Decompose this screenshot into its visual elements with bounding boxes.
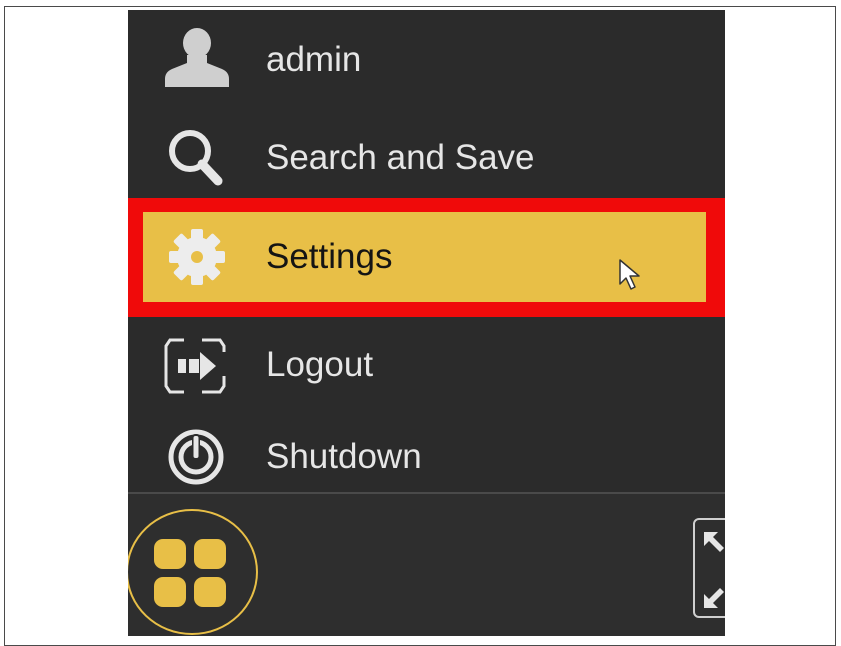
menu-item-shutdown[interactable]: Shutdown: [128, 409, 725, 505]
expand-icon: [704, 532, 724, 608]
main-menu-button[interactable]: [128, 509, 258, 635]
menu-item-settings[interactable]: Settings: [128, 198, 725, 317]
menu-item-label: Shutdown: [266, 437, 422, 476]
menu-item-search-and-save[interactable]: Search and Save: [128, 110, 725, 206]
menu-item-admin[interactable]: admin: [128, 10, 725, 110]
settings-highlight: Settings: [143, 212, 706, 302]
menu-item-logout[interactable]: Logout: [128, 317, 725, 413]
expand-button[interactable]: [693, 518, 725, 618]
menu-item-label: Settings: [266, 237, 393, 276]
menu-item-label: Logout: [266, 345, 374, 384]
grid-icon: [154, 539, 226, 607]
menu-item-label: admin: [266, 40, 362, 79]
menu-panel: admin Search and Save Settings Logout Sh…: [128, 10, 725, 636]
search-icon: [162, 127, 232, 187]
mouse-cursor-icon: [618, 258, 644, 292]
power-icon: [162, 426, 232, 486]
user-icon: [162, 27, 232, 87]
bottom-bar: [128, 494, 725, 636]
menu-item-label: Search and Save: [266, 138, 535, 177]
gear-icon: [163, 227, 233, 287]
logout-icon: [162, 334, 232, 394]
